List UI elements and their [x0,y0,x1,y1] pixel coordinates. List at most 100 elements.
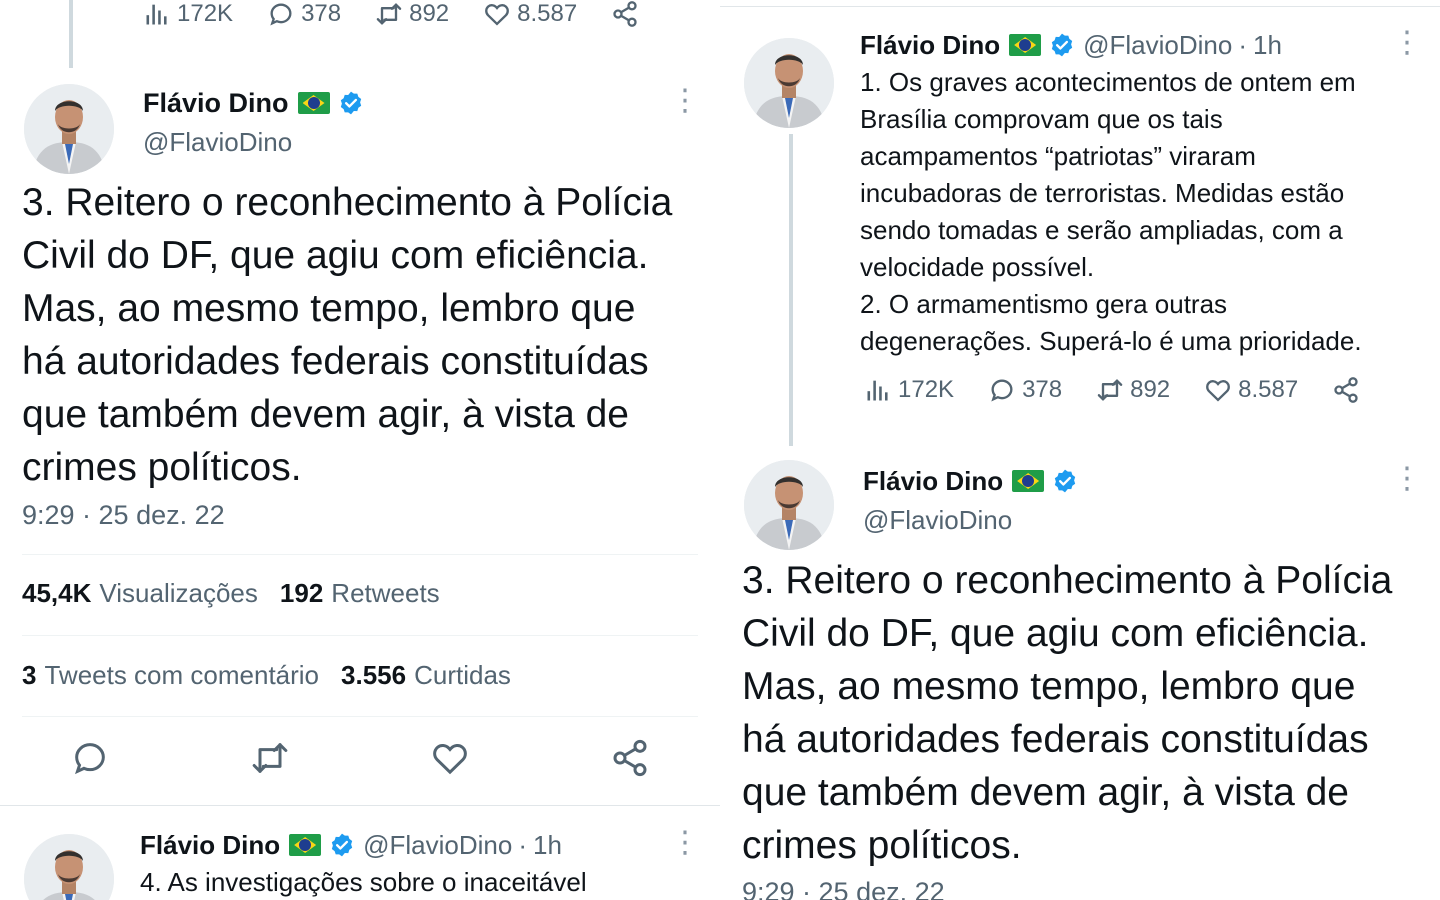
author-name[interactable]: Flávio Dino [143,88,289,119]
tweet-author-row: Flávio Dino @FlavioDino · 1h [140,828,562,862]
tweet-text-line: Brasília comprovam que os tais [860,104,1223,134]
tweet-text: 3. Reitero o reconhecimento à Polícia Ci… [22,176,712,494]
share-icon [1332,376,1360,404]
views-icon [143,0,171,28]
avatar[interactable] [24,834,114,900]
views-stat[interactable]: 172K [864,376,954,404]
tweet-time[interactable]: 1h [1253,30,1282,61]
engagement-stats-row-1: 45,4K Visualizações 192 Retweets [22,578,440,609]
retweets-total-label: Retweets [331,578,440,608]
views-total-count: 45,4K [22,578,92,608]
tweet-text-line: crimes políticos. [742,824,1022,867]
tweet-text-line: acampamentos “patriotas” viraram [860,141,1256,171]
tweet-text-line: Civil do DF, que agiu com eficiência. [22,234,649,277]
author-name[interactable]: Flávio Dino [140,830,280,861]
verified-badge-icon [329,832,355,858]
reply-icon [75,743,105,775]
share-button[interactable] [611,0,645,28]
tweet-text-line: que também devem agir, à vista de [22,393,629,436]
tweet-author-row: Flávio Dino [143,86,372,120]
reply-icon [988,376,1016,404]
views-total[interactable]: 45,4K Visualizações [22,578,258,609]
quote-tweets-label: Tweets com comentário [44,660,320,690]
tweet-timestamp[interactable]: 9:29 · 25 dez. 22 [22,500,225,531]
retweets-total[interactable]: 192 Retweets [280,578,440,609]
separator-dot: · [1238,29,1248,60]
avatar[interactable] [744,460,834,550]
quote-tweets-total[interactable]: 3 Tweets com comentário [22,660,319,691]
tweet-text-line: Mas, ao mesmo tempo, lembro que [22,287,636,330]
share-button[interactable] [1332,376,1366,404]
reply-button[interactable] [70,738,110,778]
like-stat[interactable]: 8.587 [1204,376,1298,404]
author-handle[interactable]: @FlavioDino [143,127,292,158]
verified-badge-icon [1052,468,1078,494]
reply-stat[interactable]: 378 [267,0,341,28]
views-stat[interactable]: 172K [143,0,233,28]
author-name[interactable]: Flávio Dino [860,30,1000,61]
reply-count: 378 [301,0,342,27]
like-icon [433,744,467,775]
tweet-author-row: Flávio Dino [863,464,1086,498]
divider [0,805,720,806]
like-count: 8.587 [1238,376,1299,403]
tweet-text-line: há autoridades federais constituídas [742,718,1369,761]
right-screenshot-panel: Flávio Dino @FlavioDino · 1h ⋮ 1. Os gra… [720,0,1440,900]
engagement-stats-row-2: 3 Tweets com comentário 3.556 Curtidas [22,660,511,691]
tweet-text-line: degenerações. Superá-lo é uma prioridade… [860,326,1362,356]
views-count: 172K [177,0,234,27]
likes-total-label: Curtidas [414,660,511,690]
more-icon[interactable]: ⋮ [1392,464,1422,494]
likes-total-count: 3.556 [341,660,407,690]
like-button[interactable] [430,738,470,778]
retweet-stat[interactable]: 892 [375,0,449,28]
author-handle[interactable]: @FlavioDino [863,505,1012,536]
author-handle[interactable]: @FlavioDino [1083,30,1232,61]
share-button[interactable] [610,738,650,778]
more-icon[interactable]: ⋮ [1392,28,1422,58]
tweet-text: 3. Reitero o reconhecimento à Polícia Ci… [742,554,1437,872]
retweet-button[interactable] [250,738,290,778]
avatar[interactable] [744,38,834,128]
tweet-metrics: 172K 378 892 8.587 [864,376,1366,404]
avatar[interactable] [24,84,114,174]
reply-stat[interactable]: 378 [988,376,1062,404]
tweet-text-line: incubadoras de terroristas. Medidas estã… [860,178,1345,208]
retweet-stat[interactable]: 892 [1096,376,1170,404]
tweet-action-bar [50,738,670,788]
divider [720,6,1440,7]
author-handle-row: @FlavioDino [863,504,1012,536]
views-icon [864,376,892,404]
tweet-text-line: 1. Os graves acontecimentos de ontem em [860,67,1356,97]
reply-count: 378 [1022,376,1063,403]
retweet-icon [252,743,288,773]
brazil-flag-icon [1009,34,1042,56]
tweet-text: 1. Os graves acontecimentos de ontem em … [860,64,1430,360]
brazil-flag-icon [297,92,330,114]
author-name[interactable]: Flávio Dino [863,466,1003,497]
tweet-text-line: 3. Reitero o reconhecimento à Polícia [22,181,673,224]
tweet-time[interactable]: 1h [533,830,562,861]
divider [22,554,698,555]
likes-total[interactable]: 3.556 Curtidas [341,660,511,691]
tweet-text-line: 3. Reitero o reconhecimento à Polícia [742,559,1393,602]
author-handle[interactable]: @FlavioDino [363,830,512,861]
tweet-timestamp[interactable]: 9:29 · 25 dez. 22 [742,877,945,900]
thread-connector-line [69,0,73,68]
tweet-text-line: 2. O armamentismo gera outras [860,289,1228,319]
separator-dot: · [518,829,528,860]
retweet-icon [1096,376,1124,404]
like-stat[interactable]: 8.587 [483,0,577,28]
more-icon[interactable]: ⋮ [670,828,700,858]
divider [22,716,698,717]
tweet-text-line: velocidade possível. [860,252,1095,282]
like-count: 8.587 [517,0,578,27]
more-icon[interactable]: ⋮ [670,86,700,116]
share-icon [613,739,647,777]
quote-tweets-count: 3 [22,660,37,690]
tweet-text-line: há autoridades federais constituídas [22,340,649,383]
like-icon [483,0,511,28]
views-total-label: Visualizações [99,578,258,608]
tweet-author-row: Flávio Dino @FlavioDino · 1h [860,28,1282,62]
verified-badge-icon [338,90,364,116]
